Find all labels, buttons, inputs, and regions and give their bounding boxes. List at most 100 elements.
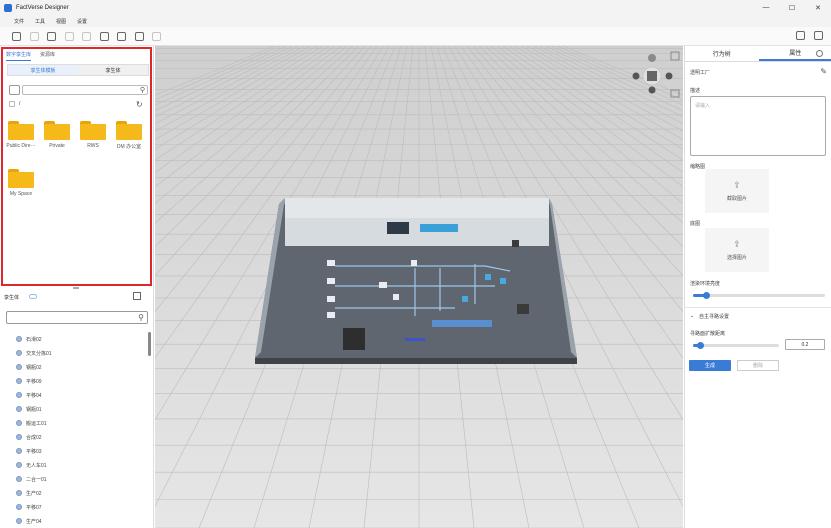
home-icon[interactable] bbox=[12, 31, 21, 41]
delete-icon[interactable] bbox=[152, 31, 161, 41]
twin-item-label: 平移07 bbox=[26, 504, 42, 511]
undo-icon[interactable] bbox=[64, 31, 74, 41]
expand-distance-input[interactable]: 0.2 bbox=[785, 339, 825, 350]
screenshot-icon[interactable] bbox=[796, 31, 805, 40]
twin-list: 石滑02 交叉分拣01 钢瓶02 平移09 平移04 钢瓶01 搬运工01 合成02 平移03 无… bbox=[16, 332, 136, 528]
twin-item-label: 平移09 bbox=[26, 378, 42, 385]
twin-item-label: 搬运工01 bbox=[26, 420, 47, 427]
env-brightness-slider[interactable] bbox=[693, 292, 825, 299]
segment-twin-template[interactable]: 孪生体模板 bbox=[8, 65, 78, 75]
twin-list-item[interactable]: 生产04 bbox=[16, 514, 136, 528]
capture-thumbnail-button[interactable]: ⇪ 截取图片 bbox=[705, 169, 769, 213]
twin-list-item[interactable]: 石滑02 bbox=[16, 332, 136, 346]
twin-list-item[interactable]: 平移04 bbox=[16, 388, 136, 402]
description-input[interactable]: 请输入 bbox=[690, 96, 826, 156]
save-as-icon[interactable] bbox=[47, 31, 56, 41]
asset-library-panel: 数字孪生库 资源库 孪生体模板 孪生体 ⚲ / ↻ Public Dire···… bbox=[1, 47, 152, 286]
library-search-input[interactable]: ⚲ bbox=[22, 85, 148, 95]
select-all-checkbox[interactable] bbox=[9, 101, 15, 107]
tab-behavior-tree[interactable]: 行为树 bbox=[685, 46, 759, 61]
twin-icon bbox=[16, 378, 22, 384]
twin-list-item[interactable]: 钢瓶02 bbox=[16, 360, 136, 374]
maximize-button[interactable]: ☐ bbox=[779, 0, 805, 15]
folder-rws[interactable]: RWS bbox=[80, 121, 108, 149]
cloud-icon bbox=[29, 294, 37, 299]
copy-icon[interactable] bbox=[134, 31, 144, 41]
twin-list-item[interactable]: 搬运工01 bbox=[16, 416, 136, 430]
description-placeholder: 请输入 bbox=[695, 103, 711, 109]
folder-label: DM 办公室 bbox=[116, 144, 142, 150]
delete-button[interactable]: 删除 bbox=[737, 360, 779, 371]
twin-icon bbox=[16, 476, 22, 482]
env-brightness-label: 渲染环境亮度 bbox=[690, 281, 721, 287]
chevron-down-icon[interactable]: ⌄ bbox=[690, 313, 694, 319]
menu-bar: 文件 工具 视图 设置 bbox=[0, 15, 831, 27]
factory-model[interactable] bbox=[255, 198, 577, 364]
twin-list-item[interactable]: 无人车01 bbox=[16, 458, 136, 472]
generate-button[interactable]: 生成 bbox=[689, 360, 731, 371]
env-brightness-knob[interactable] bbox=[703, 292, 711, 299]
minimize-button[interactable]: — bbox=[753, 0, 779, 15]
segment-twin[interactable]: 孪生体 bbox=[78, 65, 148, 75]
description-label: 描述 bbox=[690, 88, 701, 94]
menu-tools[interactable]: 工具 bbox=[35, 18, 45, 25]
path-row: / bbox=[9, 101, 20, 107]
scene-viewport[interactable] bbox=[155, 46, 683, 528]
twin-icon bbox=[16, 462, 22, 468]
add-twin-icon[interactable] bbox=[133, 292, 141, 300]
twin-search-input[interactable]: ⚲ bbox=[6, 311, 148, 324]
folder-dm-office[interactable]: DM 办公室 bbox=[116, 121, 144, 150]
edit-icon[interactable]: ✎ bbox=[820, 67, 827, 76]
twin-icon bbox=[16, 420, 22, 426]
thumbnail-label: 缩略图 bbox=[690, 164, 706, 170]
twin-icon bbox=[16, 504, 22, 510]
info-icon[interactable] bbox=[816, 50, 823, 57]
twin-item-label: 石滑02 bbox=[26, 336, 42, 343]
twin-icon bbox=[16, 350, 22, 356]
folder-public-directory[interactable]: Public Dire··· bbox=[6, 121, 36, 149]
menu-view[interactable]: 视图 bbox=[56, 18, 66, 25]
folder-my-space[interactable]: My Space bbox=[8, 169, 36, 197]
folder-private[interactable]: Private bbox=[44, 121, 72, 149]
property-tabs: 行为树 属性 bbox=[685, 46, 831, 62]
twin-list-item[interactable]: 生产02 bbox=[16, 486, 136, 500]
twin-icon bbox=[16, 448, 22, 454]
twin-list-item[interactable]: 平移09 bbox=[16, 374, 136, 388]
tab-digital-twin-library[interactable]: 数字孪生库 bbox=[6, 51, 32, 61]
twin-list-scrollbar[interactable] bbox=[148, 332, 151, 356]
search-icon: ⚲ bbox=[139, 87, 145, 94]
select-base-map-label: 选择图片 bbox=[726, 254, 747, 261]
share-icon[interactable] bbox=[814, 31, 823, 40]
redo-icon[interactable] bbox=[82, 31, 91, 41]
folder-label: RWS bbox=[87, 143, 99, 149]
upload-icon: ⇪ bbox=[733, 179, 741, 190]
scene-canvas[interactable] bbox=[155, 46, 683, 528]
menu-settings[interactable]: 设置 bbox=[77, 18, 87, 25]
twin-list-item[interactable]: 平移03 bbox=[16, 444, 136, 458]
twin-list-item[interactable]: 合成02 bbox=[16, 430, 136, 444]
expand-distance-slider[interactable] bbox=[693, 342, 779, 349]
twin-list-item[interactable]: 二合一01 bbox=[16, 472, 136, 486]
title-bar: FactVerse Designer — ☐ ✕ bbox=[0, 0, 831, 15]
search-icon: ⚲ bbox=[138, 313, 144, 322]
close-button[interactable]: ✕ bbox=[805, 0, 831, 15]
filter-icon[interactable] bbox=[9, 85, 20, 95]
tab-resource-library[interactable]: 资源库 bbox=[40, 51, 55, 61]
expand-distance-knob[interactable] bbox=[696, 342, 704, 349]
left-sidebar: 数字孪生库 资源库 孪生体模板 孪生体 ⚲ / ↻ Public Dire···… bbox=[0, 46, 154, 528]
twin-list-item[interactable]: 平移07 bbox=[16, 500, 136, 514]
rotate-icon[interactable] bbox=[117, 31, 126, 41]
library-tabs: 数字孪生库 资源库 bbox=[6, 51, 64, 61]
twin-icon bbox=[16, 336, 22, 342]
expand-distance-label: 寻路面扩散距离 bbox=[690, 331, 726, 337]
panel-resize-handle[interactable] bbox=[73, 287, 79, 289]
select-base-map-button[interactable]: ⇪ 选择图片 bbox=[705, 228, 769, 272]
refresh-icon[interactable]: ↻ bbox=[136, 100, 143, 109]
twin-list-item[interactable]: 交叉分拣01 bbox=[16, 346, 136, 360]
twin-item-label: 无人车01 bbox=[26, 462, 47, 469]
twin-list-item[interactable]: 钢瓶01 bbox=[16, 402, 136, 416]
twin-icon bbox=[16, 518, 22, 524]
map-icon[interactable] bbox=[99, 31, 109, 41]
menu-file[interactable]: 文件 bbox=[14, 18, 24, 25]
save-icon[interactable] bbox=[29, 31, 39, 41]
